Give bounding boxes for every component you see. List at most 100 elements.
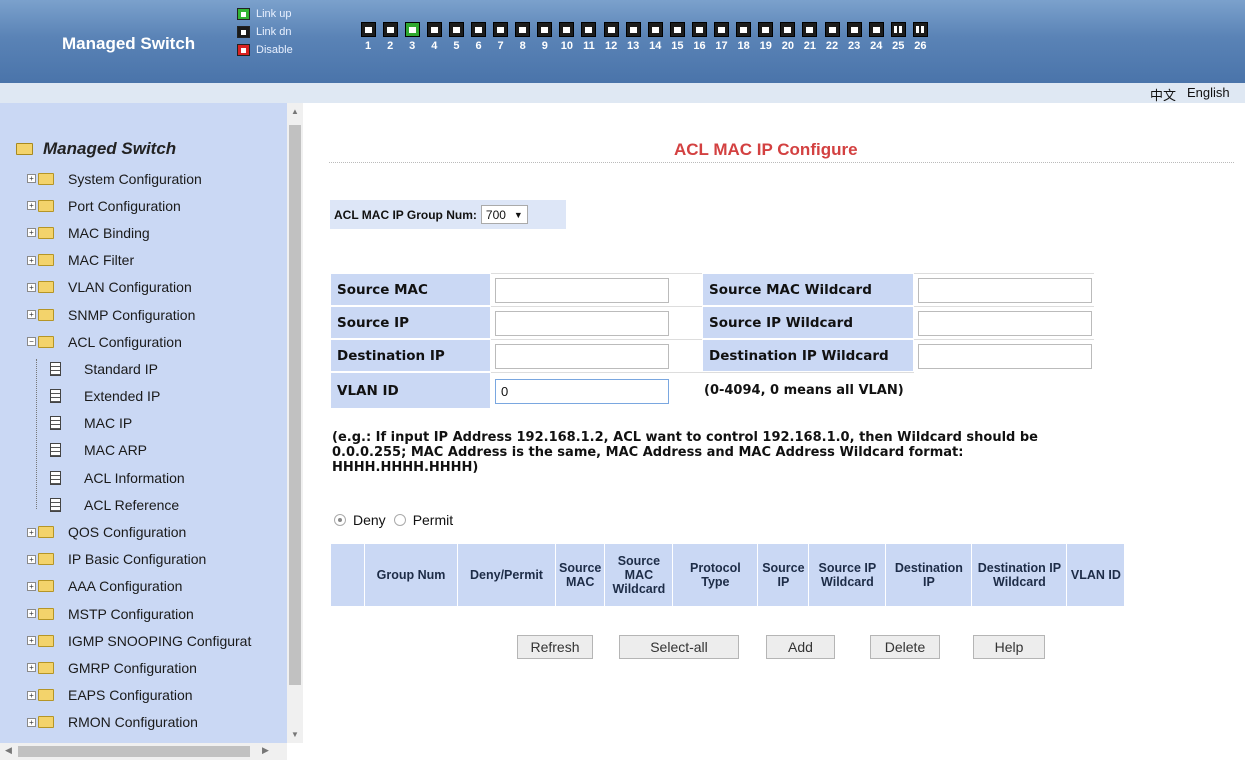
port-7[interactable]: 7 (490, 22, 512, 52)
port-18[interactable]: 18 (733, 22, 755, 52)
deny-radio[interactable] (334, 514, 346, 526)
lang-english-link[interactable]: English (1187, 85, 1230, 100)
delete-button[interactable]: Delete (870, 635, 940, 659)
legend-label: Link dn (256, 26, 292, 38)
destination-ip-wildcard-input[interactable] (918, 343, 1092, 369)
port-20[interactable]: 20 (777, 22, 799, 52)
expand-icon[interactable]: + (27, 310, 36, 320)
refresh-button[interactable]: Refresh (517, 635, 593, 659)
expand-icon[interactable]: + (27, 554, 36, 564)
port-25[interactable]: 25 (887, 22, 909, 52)
expand-icon[interactable]: + (27, 717, 36, 727)
scroll-down-icon[interactable]: ▼ (287, 730, 303, 739)
expand-icon[interactable]: + (27, 527, 36, 537)
port-2[interactable]: 2 (379, 22, 401, 52)
sidebar-item-standard-ip[interactable]: Standard IP (0, 355, 287, 382)
destination-ip-label: Destination IP (330, 339, 491, 372)
select-all-button[interactable]: Select-all (619, 635, 739, 659)
port-19[interactable]: 19 (755, 22, 777, 52)
sidebar-item-mac-arp[interactable]: MAC ARP (0, 437, 287, 464)
port-11[interactable]: 11 (578, 22, 600, 52)
expand-icon[interactable]: + (27, 201, 36, 211)
port-26[interactable]: 26 (909, 22, 931, 52)
folder-icon (38, 254, 54, 267)
port-12[interactable]: 12 (600, 22, 622, 52)
port-10[interactable]: 10 (556, 22, 578, 52)
sidebar-item-eaps-configuration[interactable]: + EAPS Configuration (0, 682, 287, 709)
port-24[interactable]: 24 (865, 22, 887, 52)
destination-ip-input[interactable] (495, 343, 669, 369)
expand-icon[interactable]: + (27, 690, 36, 700)
sidebar-item-label: ACL Reference (84, 496, 180, 513)
sidebar-item-mac-ip[interactable]: MAC IP (0, 410, 287, 437)
expand-icon[interactable]: + (27, 255, 36, 265)
sidebar-item-mstp-configuration[interactable]: + MSTP Configuration (0, 600, 287, 627)
sidebar-item-extended-ip[interactable]: Extended IP (0, 383, 287, 410)
expand-icon[interactable]: + (27, 228, 36, 238)
source-ip-wildcard-label: Source IP Wildcard (702, 306, 914, 339)
scroll-thumb[interactable] (289, 125, 301, 685)
sidebar-item-gmrp-configuration[interactable]: + GMRP Configuration (0, 654, 287, 681)
sidebar-item-mac-binding[interactable]: + MAC Binding (0, 219, 287, 246)
ethernet-port-icon (581, 22, 597, 37)
sidebar-vertical-scrollbar[interactable]: ▲ ▼ (287, 103, 303, 743)
sidebar-item-qos-configuration[interactable]: + QOS Configuration (0, 518, 287, 545)
port-9[interactable]: 9 (534, 22, 556, 52)
port-22[interactable]: 22 (821, 22, 843, 52)
sidebar-item-acl-configuration[interactable]: − ACL Configuration (0, 328, 287, 355)
port-23[interactable]: 23 (843, 22, 865, 52)
sidebar-item-mac-filter[interactable]: + MAC Filter (0, 247, 287, 274)
expand-icon[interactable]: + (27, 663, 36, 673)
ethernet-port-icon (559, 22, 575, 37)
port-17[interactable]: 17 (711, 22, 733, 52)
sidebar-item-system-configuration[interactable]: + System Configuration (0, 165, 287, 192)
port-15[interactable]: 15 (666, 22, 688, 52)
port-6[interactable]: 6 (467, 22, 489, 52)
tree-root[interactable]: Managed Switch (16, 139, 176, 159)
port-14[interactable]: 14 (644, 22, 666, 52)
scroll-right-icon[interactable]: ▶ (262, 745, 269, 756)
sidebar-item-snmp-configuration[interactable]: + SNMP Configuration (0, 301, 287, 328)
scroll-thumb[interactable] (18, 746, 250, 757)
sidebar-item-acl-reference[interactable]: ACL Reference (0, 491, 287, 518)
expand-icon[interactable]: + (27, 282, 36, 292)
help-button[interactable]: Help (973, 635, 1045, 659)
scroll-left-icon[interactable]: ◀ (5, 745, 12, 756)
sidebar-item-aaa-configuration[interactable]: + AAA Configuration (0, 573, 287, 600)
expand-icon[interactable]: + (27, 174, 36, 184)
port-3[interactable]: 3 (401, 22, 423, 52)
header-bar: Managed Switch Link up Link dn Disable 1… (0, 0, 1245, 83)
sidebar-item-port-configuration[interactable]: + Port Configuration (0, 192, 287, 219)
collapse-icon[interactable]: − (27, 337, 36, 347)
lang-chinese-link[interactable]: 中文 (1150, 85, 1176, 104)
port-16[interactable]: 16 (688, 22, 710, 52)
port-number: 6 (475, 40, 482, 52)
group-num-select[interactable]: 700 ▼ (480, 205, 528, 224)
vlan-id-input[interactable]: 0 (495, 378, 669, 404)
source-mac-wildcard-input[interactable] (918, 277, 1092, 303)
sidebar-item-rmon-configuration[interactable]: + RMON Configuration (0, 709, 287, 736)
sidebar-item-vlan-configuration[interactable]: + VLAN Configuration (0, 274, 287, 301)
permit-radio[interactable] (393, 514, 406, 526)
port-4[interactable]: 4 (423, 22, 445, 52)
source-ip-wildcard-input[interactable] (918, 310, 1092, 336)
scroll-up-icon[interactable]: ▲ (287, 107, 303, 116)
source-ip-input[interactable] (495, 310, 669, 336)
add-button[interactable]: Add (766, 635, 835, 659)
source-mac-input[interactable] (495, 277, 669, 303)
folder-open-icon (38, 335, 54, 348)
expand-icon[interactable]: + (27, 581, 36, 591)
sidebar-item-igmp-snooping-configurat[interactable]: + IGMP SNOOPING Configurat (0, 627, 287, 654)
sidebar-item-ip-basic-configuration[interactable]: + IP Basic Configuration (0, 546, 287, 573)
sidebar-item-acl-information[interactable]: ACL Information (0, 464, 287, 491)
port-5[interactable]: 5 (445, 22, 467, 52)
port-1[interactable]: 1 (357, 22, 379, 52)
column-header: Source IP (757, 543, 810, 607)
port-13[interactable]: 13 (622, 22, 644, 52)
expand-icon[interactable]: + (27, 609, 36, 619)
port-number: 16 (693, 40, 706, 52)
expand-icon[interactable]: + (27, 636, 36, 646)
sidebar-horizontal-scrollbar[interactable]: ◀ ▶ (0, 743, 287, 760)
port-21[interactable]: 21 (799, 22, 821, 52)
port-8[interactable]: 8 (512, 22, 534, 52)
